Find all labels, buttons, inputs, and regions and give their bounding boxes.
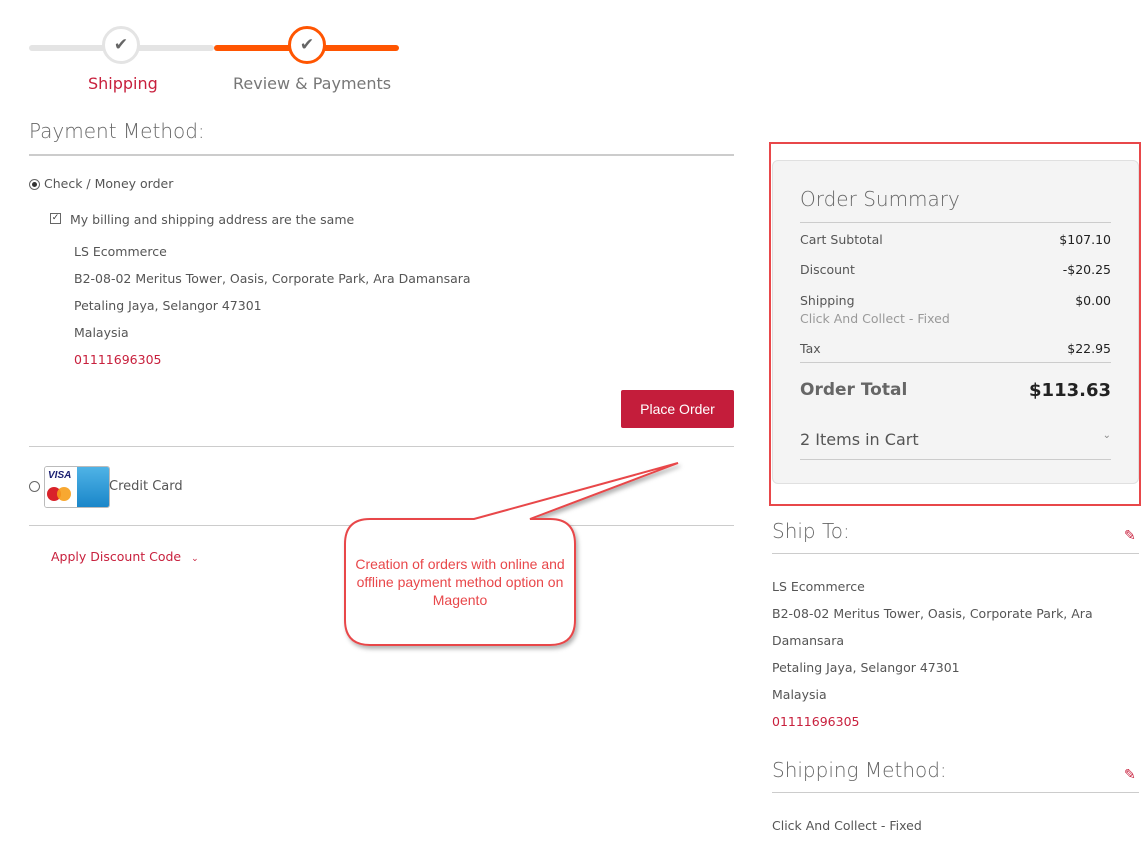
ship-to-line: B2-08-02 Meritus Tower, Oasis, Corporate… bbox=[772, 606, 1093, 621]
label: 2 Items in Cart bbox=[800, 430, 919, 449]
edit-pencil-icon[interactable]: ✎ bbox=[1124, 767, 1136, 783]
chevron-down-icon: ⌄ bbox=[1102, 430, 1111, 441]
shipping-method-title: Shipping Method: bbox=[772, 758, 947, 782]
label: Discount bbox=[800, 262, 855, 277]
ship-to-line: Damansara bbox=[772, 633, 845, 648]
value: $0.00 bbox=[1075, 293, 1111, 308]
ship-to-phone[interactable]: 01111696305 bbox=[772, 714, 859, 729]
label: Order Total bbox=[800, 380, 908, 400]
summary-row-discount: Discount -$20.25 bbox=[800, 262, 1111, 277]
label: Shipping bbox=[800, 293, 855, 308]
ship-to-line: Malaysia bbox=[772, 687, 827, 702]
summary-row-subtotal: Cart Subtotal $107.10 bbox=[800, 232, 1111, 247]
summary-row-shipping: Shipping $0.00 Click And Collect - Fixed bbox=[800, 293, 1111, 326]
edit-pencil-icon[interactable]: ✎ bbox=[1124, 528, 1136, 544]
value: $22.95 bbox=[1067, 341, 1111, 356]
ship-to-line: LS Ecommerce bbox=[772, 579, 865, 594]
items-in-cart-toggle[interactable]: 2 Items in Cart ⌄ bbox=[800, 430, 1111, 449]
label: Tax bbox=[800, 341, 821, 356]
summary-row-tax: Tax $22.95 bbox=[800, 341, 1111, 356]
value: $107.10 bbox=[1059, 232, 1111, 247]
order-total: Order Total $113.63 bbox=[800, 380, 1111, 401]
shipping-method-sub: Click And Collect - Fixed bbox=[800, 311, 950, 326]
shipping-method-value: Click And Collect - Fixed bbox=[772, 818, 922, 833]
value: -$20.25 bbox=[1062, 262, 1111, 277]
order-summary-title: Order Summary bbox=[800, 187, 960, 211]
callout-text: Creation of orders with online and offli… bbox=[355, 556, 565, 608]
ship-to-title: Ship To: bbox=[772, 519, 850, 543]
ship-to-line: Petaling Jaya, Selangor 47301 bbox=[772, 660, 960, 675]
label: Cart Subtotal bbox=[800, 232, 883, 247]
value: $113.63 bbox=[1029, 380, 1111, 401]
